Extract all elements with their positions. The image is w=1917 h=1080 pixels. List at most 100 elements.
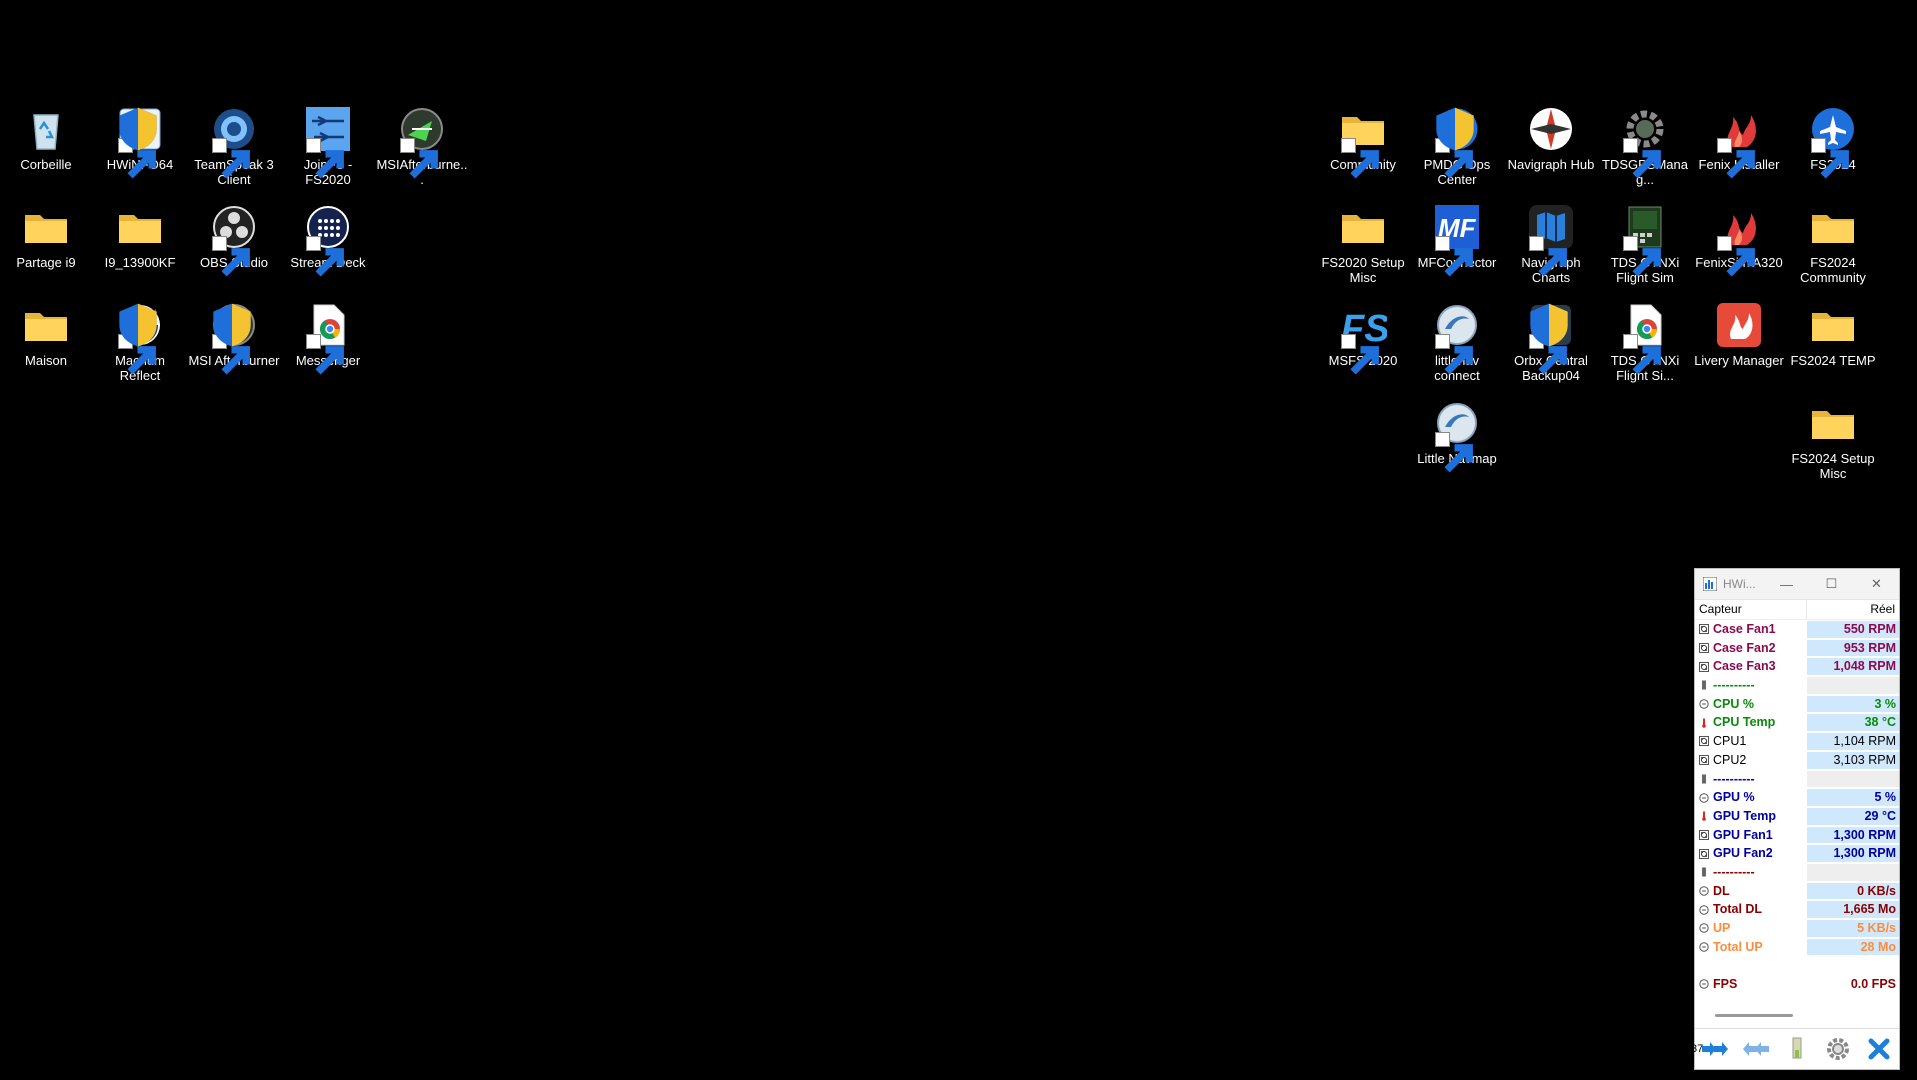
fenix-icon — [1715, 203, 1763, 277]
gauge-icon — [1699, 792, 1713, 803]
desktop-shortcut-pmdg-ops-center[interactable]: PMDG Ops Center — [1411, 105, 1503, 201]
sensor-name: GPU % — [1713, 790, 1755, 805]
desktop-shortcut-community[interactable]: Community — [1317, 105, 1409, 201]
desktop-shortcut-partage-i9[interactable]: Partage i9 — [0, 203, 92, 299]
sensor-value: 3 % — [1807, 695, 1899, 713]
close-button[interactable]: ✕ — [1854, 569, 1899, 599]
sensor-value: 550 RPM — [1807, 621, 1899, 638]
desktop-shortcut-littlenav-connect[interactable]: littlenav connect — [1411, 301, 1503, 397]
desktop-icon-label: FS2024 Community — [1800, 255, 1866, 285]
desktop-shortcut-fs2024-setup-misc[interactable]: FS2024 Setup Misc — [1787, 399, 1879, 495]
sensor-value: 1,665 Mo — [1807, 901, 1899, 918]
desktop-shortcut-maison[interactable]: Maison — [0, 301, 92, 397]
desktop-shortcut-fenix-installer[interactable]: Fenix Installer — [1693, 105, 1785, 201]
sensor-row[interactable]: CPU Temp 38 °C — [1695, 713, 1899, 732]
obs-icon — [210, 203, 258, 277]
desktop-shortcut-fs2020-setup-misc[interactable]: FS2020 Setup Misc — [1317, 203, 1409, 299]
settings-button[interactable] — [1819, 1032, 1857, 1066]
msfs-icon: FS — [1339, 301, 1387, 375]
sensor-row[interactable] — [1695, 956, 1899, 975]
gauge-icon — [1699, 942, 1713, 952]
sensor-row[interactable]: CPU1 1,104 RPM — [1695, 732, 1899, 751]
sensor-list[interactable]: Case Fan1 550 RPM Case Fan2 953 RPM Case Fan… — [1695, 620, 1899, 994]
sensor-value: 3,103 RPM — [1807, 751, 1899, 769]
desktop-shortcut-little-navmap[interactable]: Little Navmap — [1411, 399, 1503, 495]
sensor-name: Total DL — [1713, 902, 1763, 917]
sensor-name: ---------- — [1713, 678, 1755, 693]
sensor-value — [1807, 957, 1899, 974]
value-column-header[interactable]: Réel — [1807, 600, 1899, 619]
minimize-button[interactable]: — — [1764, 569, 1809, 599]
shortcut-arrow-icon — [1341, 138, 1379, 179]
sensor-row[interactable]: ---------- — [1695, 676, 1899, 695]
sensor-row[interactable]: Case Fan1 550 RPM — [1695, 620, 1899, 639]
navigate-forward-button[interactable] — [1696, 1032, 1734, 1066]
sensor-name: CPU Temp — [1713, 715, 1776, 730]
sensor-name: DL — [1713, 883, 1730, 898]
separator-bar-icon — [1699, 867, 1713, 877]
sensor-row[interactable]: CPU2 3,103 RPM — [1695, 751, 1899, 770]
sensor-row[interactable]: FPS 0.0 FPS — [1695, 975, 1899, 994]
navigraph-hub-icon — [1527, 105, 1575, 153]
desktop-shortcut-messenger[interactable]: Messenger — [282, 301, 374, 397]
sensor-row[interactable]: ---------- — [1695, 770, 1899, 789]
desktop-shortcut-stream-deck[interactable]: Stream Deck — [282, 203, 374, 299]
sensor-row[interactable]: GPU Fan2 1,300 RPM — [1695, 844, 1899, 863]
desktop-shortcut-mfconnector[interactable]: MF MFConnector — [1411, 203, 1503, 299]
sensor-name: ---------- — [1713, 864, 1755, 879]
desktop-shortcut-fenixsim-a320[interactable]: FenixSim A320 — [1693, 203, 1785, 299]
desktop-shortcut-teamspeak-3-client[interactable]: TeamSpeak 3 Client — [188, 105, 280, 201]
desktop-shortcut-joinfs-fs2020[interactable]: JoinFS - FS2020 — [282, 105, 374, 201]
maximize-button[interactable]: ☐ — [1809, 569, 1854, 599]
shortcut-arrow-icon — [1529, 236, 1567, 277]
window-titlebar[interactable]: HWi... — ☐ ✕ — [1695, 569, 1899, 600]
sensor-value: 29 °C — [1807, 807, 1899, 825]
sensor-row[interactable]: Total DL 1,665 Mo — [1695, 900, 1899, 919]
desktop-shortcut-tdsgpsmanag[interactable]: TDSGPSManag... — [1599, 105, 1691, 201]
desktop-icon-label: FS2024 TEMP — [1790, 353, 1876, 368]
desktop-shortcut-orbx-central-backup04[interactable]: Orbx Central Backup04 — [1505, 301, 1597, 397]
desktop-shortcut-fs2024-community[interactable]: FS2024 Community — [1787, 203, 1879, 299]
horizontal-scrollbar[interactable] — [1715, 1014, 1793, 1017]
sensor-row[interactable]: DL 0 KB/s — [1695, 882, 1899, 901]
desktop-shortcut-msiafterburne[interactable]: MSIAfterburne... — [376, 105, 468, 201]
desktop-shortcut-obs-studio[interactable]: OBS Studio — [188, 203, 280, 299]
sensor-row[interactable]: UP 5 KB/s — [1695, 919, 1899, 938]
sensor-row[interactable]: GPU % 5 % — [1695, 788, 1899, 807]
orbx-icon — [1527, 301, 1575, 375]
separator-bar-icon — [1699, 680, 1713, 690]
desktop-shortcut-msfs-2020[interactable]: FS MSFS 2020 — [1317, 301, 1409, 397]
sensor-row[interactable]: Case Fan3 1,048 RPM — [1695, 657, 1899, 676]
hwinfo-sensor-window[interactable]: HWi... — ☐ ✕ Capteur Réel Case Fan1 550 R… — [1691, 568, 1900, 1070]
logging-button[interactable] — [1778, 1032, 1816, 1066]
navigate-back-button[interactable] — [1737, 1032, 1775, 1066]
desktop-shortcut-fs2024[interactable]: FS2024 — [1787, 105, 1879, 201]
exit-button[interactable] — [1860, 1032, 1898, 1066]
chrome-app-icon — [304, 301, 352, 375]
shortcut-arrow-icon — [306, 236, 344, 277]
sensor-row[interactable]: Case Fan2 953 RPM — [1695, 639, 1899, 658]
desktop-shortcut-i9-13900kf[interactable]: I9_13900KF — [94, 203, 186, 299]
desktop-shortcut-msi-afterburner[interactable]: MSI Afterburner — [188, 301, 280, 397]
sensor-column-header[interactable]: Capteur — [1695, 600, 1807, 619]
sensor-row[interactable]: GPU Temp 29 °C — [1695, 807, 1899, 826]
folder-icon — [22, 203, 70, 251]
sensor-row[interactable]: Total UP 28 Mo — [1695, 938, 1899, 957]
livery-icon — [1715, 301, 1763, 349]
desktop-shortcut-navigraph-charts[interactable]: Navigraph Charts — [1505, 203, 1597, 299]
hwinfo-app-icon — [1703, 577, 1717, 591]
fan-icon — [1699, 755, 1713, 766]
sensor-row[interactable]: CPU % 3 % — [1695, 695, 1899, 714]
desktop-shortcut-fs2024-temp[interactable]: FS2024 TEMP — [1787, 301, 1879, 397]
desktop-shortcut-navigraph-hub[interactable]: Navigraph Hub — [1505, 105, 1597, 201]
desktop-icon-label: Partage i9 — [16, 255, 76, 270]
desktop-shortcut-tds-gtnxi-flight-sim[interactable]: TDS GTNXi Flight Sim — [1599, 203, 1691, 299]
sensor-row[interactable]: GPU Fan1 1,300 RPM — [1695, 826, 1899, 845]
desktop-shortcut-corbeille[interactable]: Corbeille — [0, 105, 92, 201]
sensor-row[interactable]: ---------- — [1695, 863, 1899, 882]
desktop-shortcut-hwinfo64[interactable]: HWiNFO64 — [94, 105, 186, 201]
desktop-shortcut-tds-gtnxi-flight-si[interactable]: TDS GTNXi Flight Si... — [1599, 301, 1691, 397]
desktop-shortcut-macrium-reflect[interactable]: Macrium Reflect — [94, 301, 186, 397]
desktop-shortcut-livery-manager[interactable]: Livery Manager — [1693, 301, 1785, 397]
hwinfo-icon — [116, 105, 164, 179]
